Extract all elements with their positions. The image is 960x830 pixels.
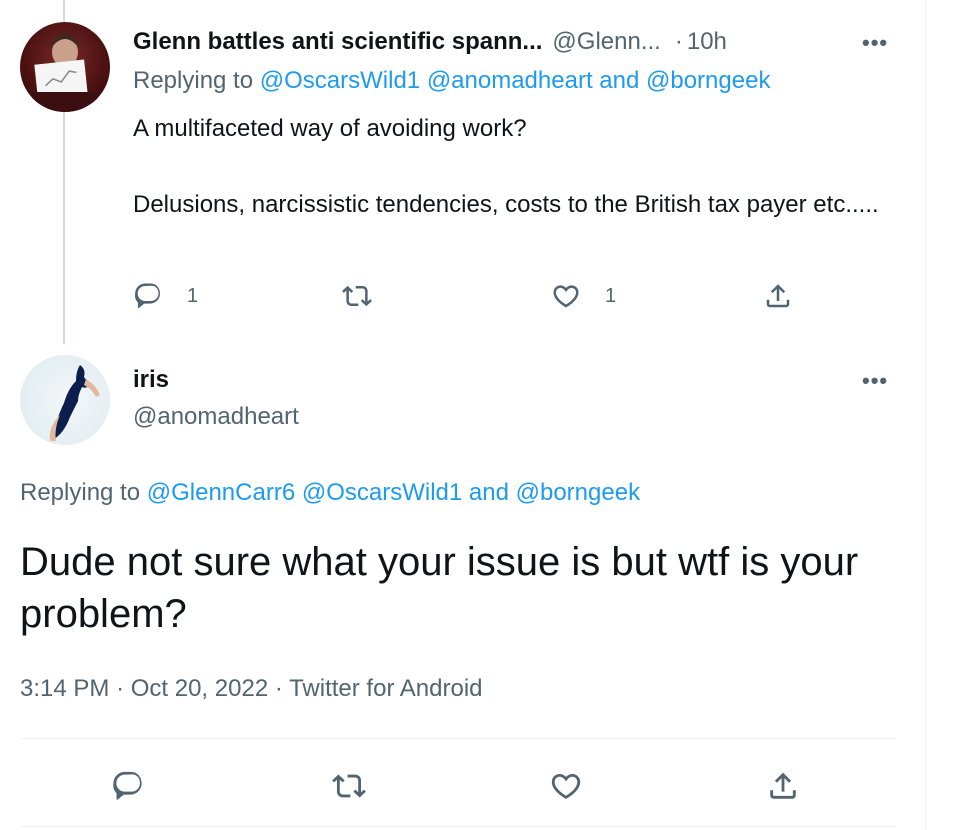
parent-share-button[interactable] <box>763 276 793 316</box>
timeline-border <box>925 0 926 830</box>
main-retweet-button[interactable] <box>332 766 366 806</box>
main-tweet-meta: 3:14 PM · Oct 20, 2022 · Twitter for And… <box>20 675 483 703</box>
parent-mention-and: and <box>599 67 640 94</box>
avatar-glenn[interactable] <box>20 22 110 112</box>
main-share-button[interactable] <box>766 766 800 806</box>
main-replying-to: Replying to @GlennCarr6 @OscarsWild1 and… <box>20 479 640 507</box>
main-more-icon[interactable]: ••• <box>862 368 888 394</box>
main-like-button[interactable] <box>549 766 583 806</box>
parent-replying-label: Replying to <box>133 67 254 94</box>
reply-icon <box>113 771 142 800</box>
parent-replying-to: Replying to @OscarsWild1 @anomadheart an… <box>133 67 770 95</box>
main-tweet-time[interactable]: 3:14 PM <box>20 675 109 702</box>
retweet-icon <box>342 285 372 307</box>
main-author-name[interactable]: iris <box>133 366 169 394</box>
parent-mention-2[interactable]: @anomadheart <box>427 67 593 94</box>
meta-sep-2: · <box>274 675 283 702</box>
parent-author-handle[interactable]: @Glenn... <box>552 28 660 56</box>
main-mention-and: and <box>468 479 509 506</box>
meta-divider <box>20 738 896 739</box>
parent-like-count: 1 <box>605 284 617 307</box>
parent-time-sep: · <box>674 28 683 55</box>
parent-tweet-text: A multifaceted way of avoiding work? Del… <box>133 110 893 224</box>
heart-icon <box>553 285 579 308</box>
parent-mention-1[interactable]: @OscarsWild1 <box>260 67 420 94</box>
parent-action-bar: 1 1 <box>0 276 960 316</box>
retweet-icon <box>332 774 366 798</box>
parent-time[interactable]: 10h <box>687 28 727 56</box>
avatar-photo-icon <box>49 365 100 441</box>
share-icon <box>770 772 796 799</box>
main-reply-button[interactable] <box>111 766 145 806</box>
main-tweet-text: Dude not sure what your issue is but wtf… <box>20 540 859 636</box>
parent-tweet-header: Glenn battles anti scientific spann... @… <box>133 26 727 58</box>
parent-mention-3[interactable]: @borngeek <box>646 67 770 94</box>
parent-retweet-button[interactable] <box>342 276 372 316</box>
main-mention-1[interactable]: @GlennCarr6 <box>147 479 295 506</box>
main-mention-2[interactable]: @OscarsWild1 <box>302 479 462 506</box>
main-action-bar <box>0 766 960 806</box>
parent-text-line1: A multifaceted way of avoiding work? <box>133 115 527 142</box>
meta-sep-1: · <box>116 675 125 702</box>
parent-author-name[interactable]: Glenn battles anti scientific spann... <box>133 28 542 56</box>
main-tweet-source[interactable]: Twitter for Android <box>289 675 482 702</box>
main-tweet-date[interactable]: Oct 20, 2022 <box>131 675 268 702</box>
action-bar-divider <box>20 826 896 827</box>
parent-reply-button[interactable]: 1 <box>133 276 198 316</box>
parent-reply-count: 1 <box>187 284 199 307</box>
main-mention-3[interactable]: @borngeek <box>516 479 640 506</box>
avatar-photo-icon <box>32 34 98 112</box>
share-icon <box>766 284 790 308</box>
heart-icon <box>551 773 581 799</box>
main-replying-label: Replying to <box>20 479 141 506</box>
main-author-handle[interactable]: @anomadheart <box>133 403 299 431</box>
avatar-iris[interactable] <box>20 355 110 445</box>
parent-like-button[interactable]: 1 <box>551 276 616 316</box>
reply-icon <box>134 283 161 309</box>
parent-text-line2: Delusions, narcissistic tendencies, cost… <box>133 191 879 218</box>
parent-more-icon[interactable]: ••• <box>862 30 888 56</box>
